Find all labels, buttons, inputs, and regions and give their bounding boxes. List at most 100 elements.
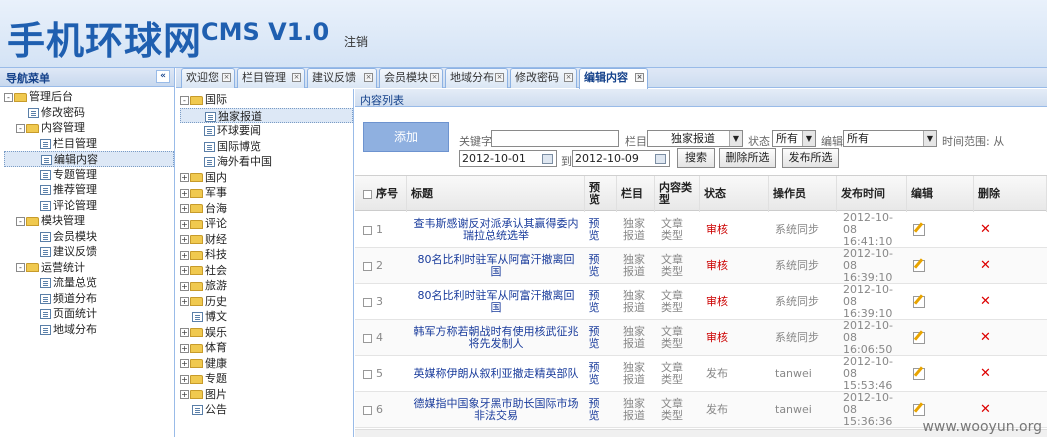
tree-item[interactable]: + 旅游 (180, 278, 353, 294)
close-icon[interactable]: × (222, 73, 231, 82)
column-header[interactable]: 序号 (355, 176, 407, 212)
title-link[interactable]: 80名比利时驻军从阿富汗撤离回国 (407, 284, 585, 320)
tree-item[interactable]: - 模块管理 (4, 213, 174, 229)
close-icon[interactable]: × (564, 73, 573, 82)
tree-item[interactable]: 修改密码 (4, 105, 174, 121)
logout-link[interactable]: 注销 (344, 33, 368, 50)
tab-item[interactable]: 编辑内容 × (579, 68, 648, 89)
close-icon[interactable]: × (364, 73, 373, 82)
expand-icon[interactable]: + (180, 173, 189, 182)
tree-item[interactable]: 页面统计 (4, 306, 174, 322)
edit-icon[interactable] (913, 296, 925, 308)
column-header[interactable]: 状态 (700, 176, 769, 212)
tree-item[interactable]: + 台海 (180, 201, 353, 217)
edit-icon[interactable] (913, 368, 925, 380)
column-header[interactable]: 栏目 (617, 176, 655, 212)
column-header[interactable]: 删除 (974, 176, 1047, 212)
collapse-icon[interactable]: - (16, 263, 25, 272)
expand-icon[interactable]: + (180, 281, 189, 291)
title-link[interactable]: 德媒指中国象牙黑市助长国际市场非法交易 (407, 392, 585, 428)
expand-icon[interactable]: + (180, 188, 189, 198)
expand-icon[interactable]: + (180, 235, 189, 244)
row-checkbox[interactable] (363, 297, 372, 307)
keyword-input[interactable] (491, 130, 619, 147)
tree-item[interactable]: 流量总览 (4, 275, 174, 291)
tree-item[interactable]: 专题管理 (4, 167, 174, 183)
collapse-icon[interactable]: - (4, 92, 13, 102)
tree-item[interactable]: + 体育 (180, 340, 353, 356)
tree-item[interactable]: - 国际 (180, 92, 353, 108)
tree-item[interactable]: 博文 (180, 309, 353, 325)
publish-selected-button[interactable]: 发布所选 (782, 148, 839, 168)
expand-icon[interactable]: + (180, 266, 189, 275)
tree-item[interactable]: + 图片 (180, 387, 353, 403)
expand-icon[interactable]: + (180, 297, 189, 306)
delete-icon[interactable]: ✕ (980, 259, 991, 272)
tree-item[interactable]: 推荐管理 (4, 182, 174, 198)
preview-link[interactable]: 预览 (585, 356, 611, 392)
tab-item[interactable]: 建议反馈 × (307, 68, 377, 88)
tree-item[interactable]: 编辑内容 (4, 151, 174, 167)
edit-icon[interactable] (913, 224, 925, 236)
tree-item[interactable]: - 运营统计 (4, 260, 174, 276)
expand-icon[interactable]: + (180, 328, 189, 337)
delete-icon[interactable]: ✕ (980, 331, 991, 344)
calendar-icon[interactable] (542, 154, 553, 164)
column-header[interactable]: 标题 (407, 176, 585, 212)
column-select[interactable]: 独家报道 ▼ (647, 130, 743, 147)
tree-item[interactable]: + 娱乐 (180, 325, 353, 341)
title-link[interactable]: 80名比利时驻军从阿富汗撤离回国 (407, 248, 585, 284)
tree-item[interactable]: 频道分布 (4, 291, 174, 307)
tree-item[interactable]: + 历史 (180, 294, 353, 310)
preview-link[interactable]: 预览 (585, 284, 611, 320)
preview-link[interactable]: 预览 (585, 248, 611, 284)
tree-item[interactable]: + 评论 (180, 216, 353, 232)
expand-icon[interactable]: + (180, 204, 189, 213)
close-icon[interactable]: × (430, 73, 439, 82)
collapse-icon[interactable]: « (156, 70, 170, 83)
row-checkbox[interactable] (363, 225, 372, 235)
expand-icon[interactable]: + (180, 219, 189, 229)
tree-item[interactable]: + 军事 (180, 185, 353, 201)
close-icon[interactable]: × (495, 73, 504, 82)
tree-item[interactable]: 建议反馈 (4, 244, 174, 260)
tree-item[interactable]: 评论管理 (4, 198, 174, 214)
delete-icon[interactable]: ✕ (980, 223, 991, 236)
tree-item[interactable]: + 社会 (180, 263, 353, 279)
delete-icon[interactable]: ✕ (980, 367, 991, 380)
tree-item[interactable]: 公告 (180, 402, 353, 418)
expand-icon[interactable]: + (180, 390, 189, 399)
delete-icon[interactable]: ✕ (980, 403, 991, 416)
close-icon[interactable]: × (635, 73, 644, 82)
close-icon[interactable]: × (292, 73, 301, 82)
tree-item[interactable]: + 专题 (180, 371, 353, 387)
tree-item[interactable]: + 国内 (180, 170, 353, 186)
expand-icon[interactable]: + (180, 343, 189, 353)
tree-item[interactable]: + 财经 (180, 232, 353, 248)
edit-icon[interactable] (913, 332, 925, 344)
row-checkbox[interactable] (363, 261, 372, 271)
expand-icon[interactable]: + (180, 359, 189, 368)
tree-item[interactable]: + 科技 (180, 247, 353, 263)
tab-item[interactable]: 修改密码 × (510, 68, 577, 88)
status-select[interactable]: 所有 ▼ (772, 130, 816, 147)
collapse-icon[interactable]: - (16, 123, 25, 133)
tab-item[interactable]: 欢迎您 × (181, 68, 235, 88)
column-header[interactable]: 操作员 (769, 176, 837, 212)
column-header[interactable]: 发布时间 (837, 176, 907, 212)
editor-select[interactable]: 所有 ▼ (843, 130, 937, 147)
tree-item[interactable]: - 管理后台 (4, 89, 174, 105)
title-link[interactable]: 韩军方称若朝战时有使用核武征兆将先发制人 (407, 320, 585, 356)
tree-item[interactable]: 栏目管理 (4, 136, 174, 152)
title-link[interactable]: 查韦斯感谢反对派承认其赢得委内瑞拉总统选举 (407, 212, 585, 248)
add-button[interactable]: 添加 (363, 122, 449, 152)
title-link[interactable]: 英媒称伊朗从叙利亚撤走精英部队 (407, 356, 585, 392)
tree-item[interactable]: + 健康 (180, 356, 353, 372)
tree-item[interactable]: 国际博览 (180, 139, 353, 155)
collapse-icon[interactable]: - (16, 216, 25, 226)
date-from-input[interactable]: 2012-10-01 (459, 150, 557, 167)
expand-icon[interactable]: + (180, 250, 189, 260)
tree-item[interactable]: 环球要闻 (180, 123, 353, 139)
tree-item[interactable]: 地域分布 (4, 322, 174, 338)
tab-item[interactable]: 会员模块 × (379, 68, 443, 88)
